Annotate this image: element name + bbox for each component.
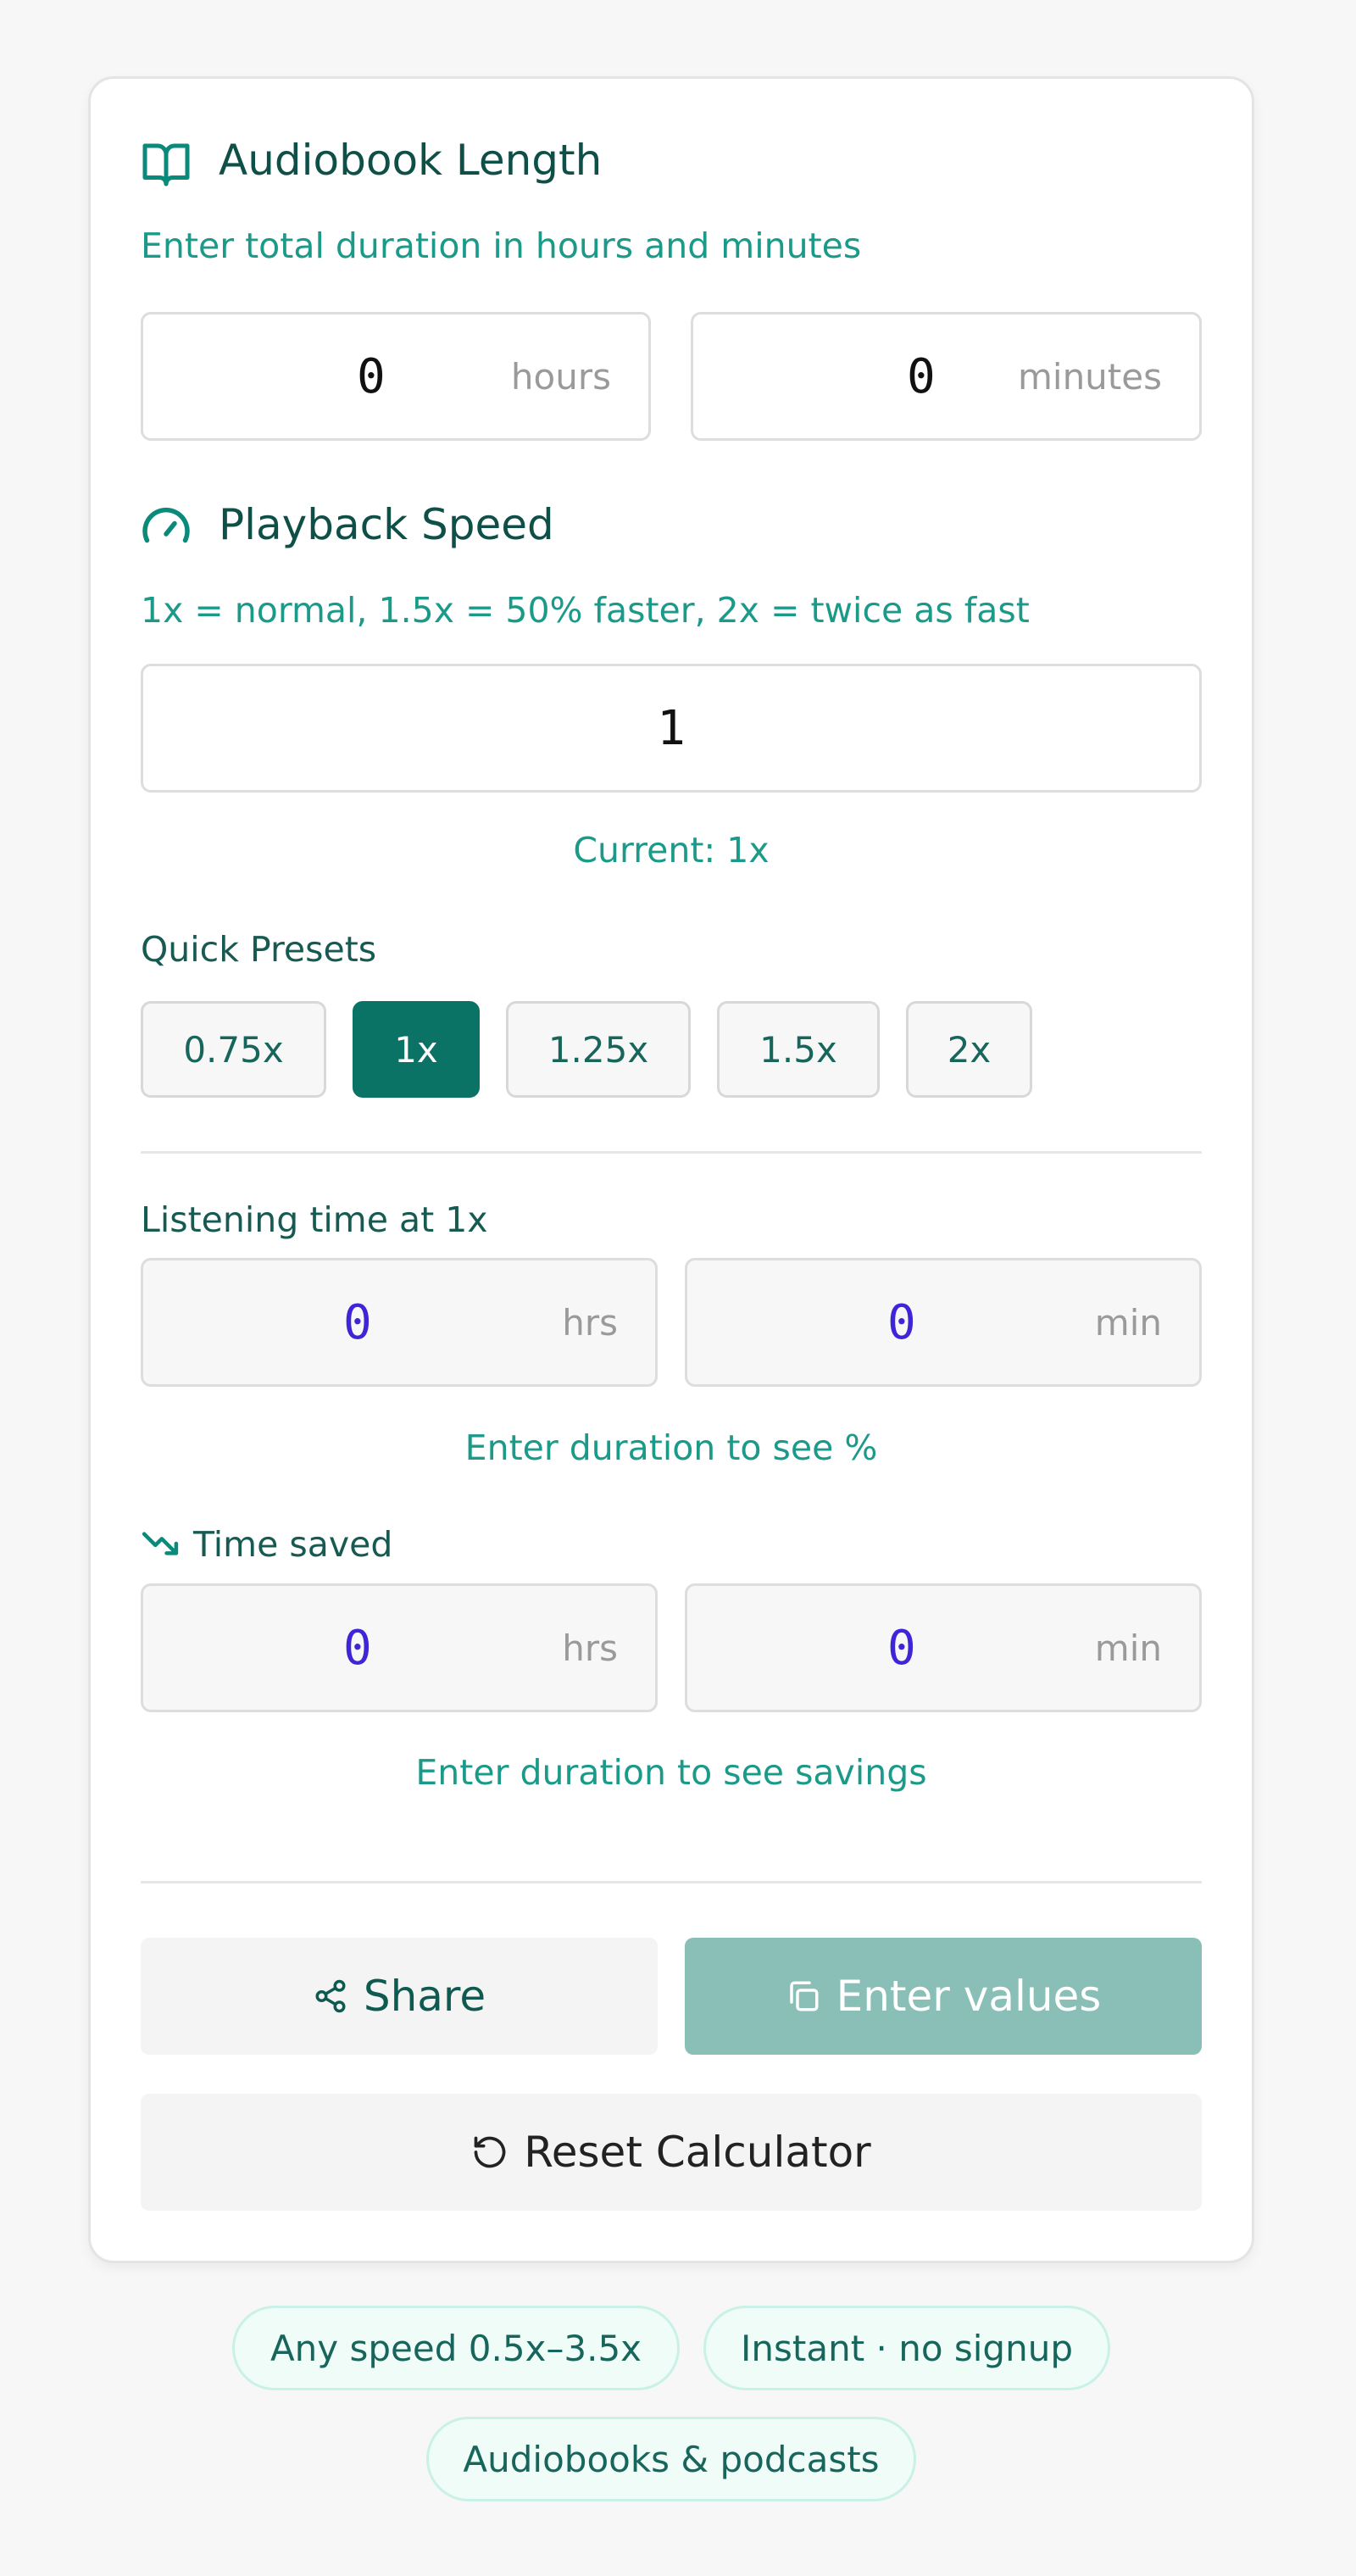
minutes-input[interactable]: 0 minutes bbox=[691, 312, 1202, 441]
copy-label: Enter values bbox=[836, 1972, 1102, 2021]
preset-1-25x[interactable]: 1.25x bbox=[506, 1001, 691, 1098]
minutes-unit: minutes bbox=[1017, 355, 1162, 398]
listening-hours-unit: hrs bbox=[562, 1301, 618, 1344]
share-button[interactable]: Share bbox=[141, 1938, 658, 2055]
preset-2x[interactable]: 2x bbox=[906, 1001, 1032, 1098]
listening-minutes-output: 0 min bbox=[685, 1258, 1202, 1387]
divider bbox=[141, 1881, 1202, 1883]
hours-unit: hours bbox=[510, 355, 611, 398]
reset-button[interactable]: Reset Calculator bbox=[141, 2094, 1202, 2211]
listening-minutes-unit: min bbox=[1094, 1301, 1162, 1344]
speed-title: Playback Speed bbox=[219, 500, 554, 549]
trending-down-icon bbox=[141, 1529, 180, 1558]
copy-results-button[interactable]: Enter values bbox=[685, 1938, 1202, 2055]
saved-hours-unit: hrs bbox=[562, 1627, 618, 1669]
speed-hint: 1x = normal, 1.5x = 50% faster, 2x = twi… bbox=[141, 590, 1030, 631]
speed-value: 1 bbox=[657, 700, 686, 756]
hours-value: 0 bbox=[357, 348, 386, 404]
preset-0-75x[interactable]: 0.75x bbox=[141, 1001, 326, 1098]
preset-1-5x[interactable]: 1.5x bbox=[717, 1001, 880, 1098]
listening-hours-output: 0 hrs bbox=[141, 1258, 658, 1387]
saved-minutes-unit: min bbox=[1094, 1627, 1162, 1669]
listening-label: Listening time at 1x bbox=[141, 1199, 488, 1240]
saved-hours-output: 0 hrs bbox=[141, 1583, 658, 1712]
length-hint: Enter total duration in hours and minute… bbox=[141, 225, 862, 266]
divider bbox=[141, 1151, 1202, 1154]
listening-hours-value: 0 bbox=[343, 1294, 372, 1350]
saved-label: Time saved bbox=[193, 1524, 393, 1565]
feature-badge: Instant · no signup bbox=[703, 2306, 1110, 2390]
feature-badge: Any speed 0.5x–3.5x bbox=[232, 2306, 680, 2390]
saved-minutes-output: 0 min bbox=[685, 1583, 1202, 1712]
rotate-ccw-icon bbox=[471, 2134, 508, 2171]
saved-minutes-value: 0 bbox=[887, 1620, 916, 1676]
reset-label: Reset Calculator bbox=[524, 2128, 871, 2177]
share-label: Share bbox=[363, 1972, 486, 2021]
length-title: Audiobook Length bbox=[219, 136, 603, 185]
presets-label: Quick Presets bbox=[141, 929, 377, 970]
minutes-value: 0 bbox=[907, 348, 936, 404]
speed-input[interactable]: 1 bbox=[141, 664, 1202, 793]
speed-current: Current: 1x bbox=[573, 830, 770, 871]
listening-minutes-value: 0 bbox=[887, 1294, 916, 1350]
listening-note: Enter duration to see % bbox=[464, 1427, 878, 1468]
gauge-icon bbox=[141, 504, 192, 548]
hours-input[interactable]: 0 hours bbox=[141, 312, 651, 441]
share-icon bbox=[313, 1978, 348, 2014]
feature-badge: Audiobooks & podcasts bbox=[426, 2417, 916, 2501]
book-open-icon bbox=[141, 139, 192, 186]
copy-icon bbox=[786, 1978, 821, 2014]
preset-1x[interactable]: 1x bbox=[353, 1001, 480, 1098]
saved-note: Enter duration to see savings bbox=[415, 1752, 927, 1793]
saved-hours-value: 0 bbox=[343, 1620, 372, 1676]
